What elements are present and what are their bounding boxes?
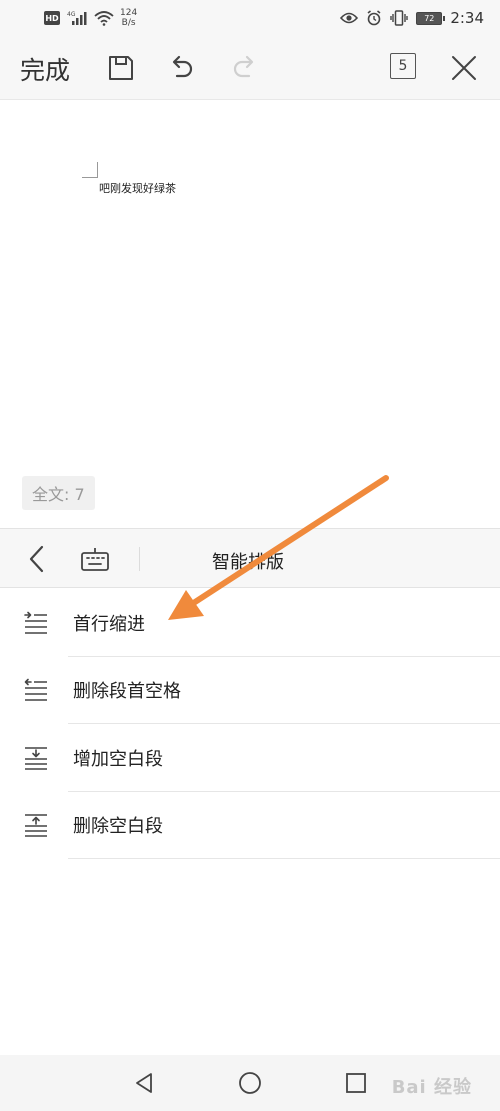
- status-bar: HD 4G 124 B/s 72 2:34: [0, 0, 500, 36]
- remove-blank-paragraph-icon: [23, 812, 49, 838]
- menu-item-remove-leading-space[interactable]: 删除段首空格: [0, 657, 500, 724]
- menu-item-label: 删除段首空格: [73, 681, 181, 703]
- header-divider: [139, 547, 140, 571]
- undo-button[interactable]: [166, 52, 198, 84]
- menu-item-label: 增加空白段: [73, 748, 163, 770]
- menu-item-remove-blank-paragraph[interactable]: 删除空白段: [0, 792, 500, 859]
- nav-recents-button[interactable]: [342, 1069, 370, 1097]
- add-blank-paragraph-icon: [23, 745, 49, 771]
- status-right: 72 2:34: [340, 6, 484, 30]
- page-count-button[interactable]: 5: [390, 53, 416, 79]
- done-button[interactable]: 完成: [20, 51, 70, 87]
- undo-icon: [172, 55, 193, 78]
- network-speed: 124 B/s: [120, 8, 137, 28]
- signal-icon: 4G: [67, 11, 87, 25]
- status-time: 2:34: [450, 9, 484, 27]
- nav-back-button[interactable]: [130, 1069, 158, 1097]
- close-icon: [452, 56, 476, 80]
- annotation-arrow: [168, 475, 389, 620]
- menu-item-label: 删除空白段: [73, 816, 163, 838]
- alarm-icon: [367, 10, 381, 26]
- nav-home-button[interactable]: [236, 1069, 264, 1097]
- baidu-watermark: Bai 经验: [391, 1077, 472, 1098]
- circle-home-icon: [239, 1072, 261, 1094]
- document-canvas[interactable]: 吧刚发现好绿茶 全文: 7: [0, 101, 500, 528]
- triangle-back-icon: [136, 1073, 152, 1093]
- first-line-indent-icon: [23, 610, 49, 636]
- speed-unit: B/s: [121, 18, 136, 28]
- menu-item-add-blank-paragraph[interactable]: 增加空白段: [0, 724, 500, 792]
- back-button[interactable]: [22, 543, 52, 575]
- document-text[interactable]: 吧刚发现好绿茶: [99, 180, 176, 196]
- close-button[interactable]: [448, 52, 480, 84]
- redo-icon: [233, 55, 254, 78]
- redo-button[interactable]: [228, 52, 260, 84]
- network-type-label: 4G: [67, 11, 76, 18]
- wifi-icon: [94, 11, 114, 26]
- page-margin-marker: [82, 162, 98, 178]
- word-count-badge: 全文: 7: [22, 476, 95, 510]
- keyboard-icon: [81, 548, 109, 571]
- remove-leading-space-icon: [23, 677, 49, 703]
- hd-badge: HD: [44, 11, 60, 25]
- save-icon: [109, 56, 133, 80]
- save-button[interactable]: [105, 52, 137, 84]
- menu-divider: [68, 858, 500, 859]
- system-nav-bar: Bai 经验: [0, 1055, 500, 1111]
- chevron-left-icon: [29, 545, 44, 573]
- vibrate-icon: [390, 10, 409, 26]
- speed-value: 124: [120, 8, 138, 18]
- square-recents-icon: [346, 1073, 366, 1093]
- editor-toolbar: 完成: [0, 36, 500, 100]
- keyboard-button[interactable]: [78, 542, 112, 576]
- menu-item-label: 首行缩进: [73, 613, 145, 635]
- eye-icon: [340, 12, 359, 24]
- battery-indicator: 72: [416, 11, 446, 25]
- status-left: HD 4G 124 B/s: [44, 7, 137, 29]
